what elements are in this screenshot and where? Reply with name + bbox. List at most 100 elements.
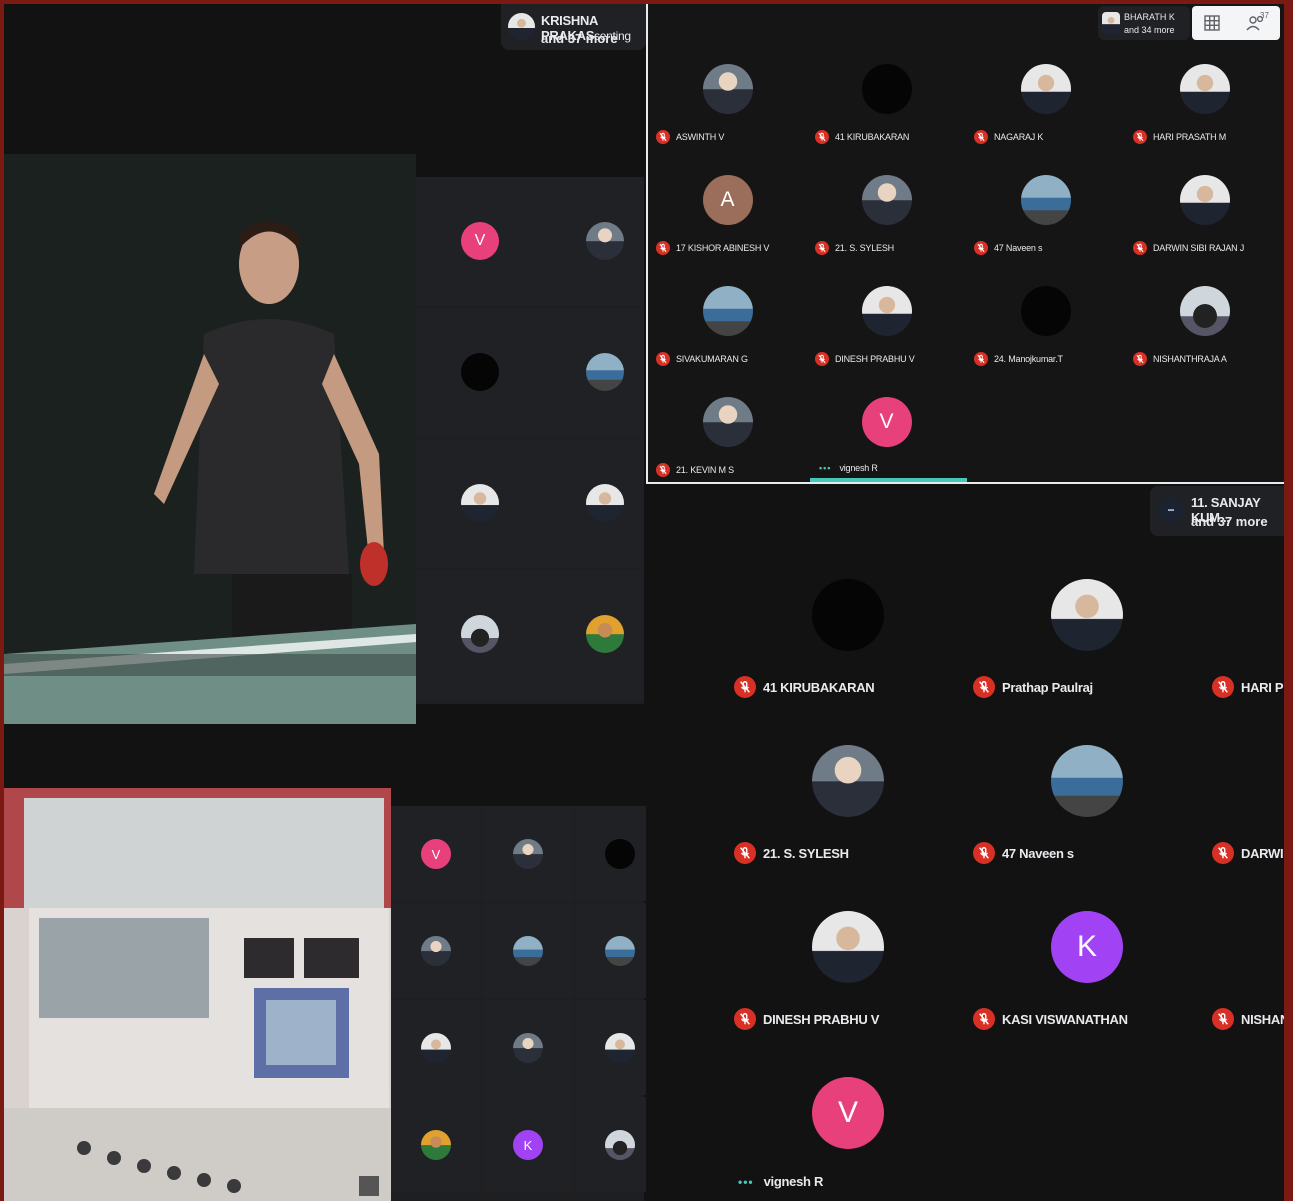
participant-name: DARWIN	[1241, 845, 1284, 861]
avatar[interactable]	[605, 936, 635, 966]
avatar-letter: V	[861, 397, 912, 447]
mic-off-icon	[1133, 241, 1147, 255]
participant-tile[interactable]: 21. KEVIN M S	[648, 397, 807, 477]
presenter-chip-bottom[interactable]: ▬ 11. SANJAY KUM... and 37 more	[1150, 486, 1284, 536]
avatar[interactable]	[513, 839, 543, 869]
participant-name: 24. Manojkumar.T	[994, 354, 1063, 364]
participant-tile[interactable]: 24. Manojkumar.T	[966, 286, 1125, 366]
grid-icon[interactable]	[1204, 15, 1220, 31]
avatar[interactable]	[586, 484, 624, 522]
avatar[interactable]	[586, 353, 624, 391]
avatar	[702, 64, 753, 114]
avatar[interactable]	[461, 615, 499, 653]
avatar	[1020, 175, 1071, 225]
top-right-chip[interactable]: BHARATH K and 34 more	[1098, 6, 1190, 40]
participant-tile[interactable]: Prathap Paulraj	[965, 579, 1204, 739]
avatar[interactable]	[605, 1033, 635, 1063]
avatar[interactable]	[461, 484, 499, 522]
avatar[interactable]	[586, 615, 624, 653]
participant-name: 21. KEVIN M S	[676, 465, 734, 475]
avatar[interactable]	[586, 222, 624, 260]
participant-tile[interactable]: HARI PR	[1204, 579, 1284, 739]
participant-tile[interactable]: NISHAN	[1204, 911, 1284, 1071]
mic-off-icon	[656, 241, 670, 255]
mic-off-icon	[1133, 130, 1147, 144]
participant-tile[interactable]: 47 Naveen s	[965, 745, 1204, 905]
control-panel-video[interactable]	[4, 788, 391, 1201]
mic-off-icon	[973, 676, 995, 698]
participant-tile[interactable]: 47 Naveen s	[966, 175, 1125, 255]
mic-off-icon	[656, 463, 670, 477]
participant-name-row: NISHAN	[1212, 1008, 1284, 1030]
participant-tile[interactable]: 41 KIRUBAKARAN	[726, 579, 965, 739]
avatar	[861, 64, 912, 114]
presenter-more: and 37 more	[1191, 514, 1268, 529]
participant-name: 47 Naveen s	[994, 243, 1043, 253]
mic-off-icon	[734, 676, 756, 698]
avatar[interactable]	[605, 839, 635, 869]
avatar[interactable]	[421, 1033, 451, 1063]
participant-tile[interactable]: ASWINTH V	[648, 64, 807, 144]
participant-name: 41 KIRUBAKARAN	[763, 679, 875, 695]
participant-name: DINESH PRABHU V	[763, 1011, 880, 1027]
avatar-letter[interactable]: V	[421, 839, 451, 869]
participant-tile[interactable]: NAGARAJ K	[966, 64, 1125, 144]
participant-name: 41 KIRUBAKARAN	[835, 132, 910, 142]
participant-tile[interactable]: DINESH PRABHU V	[807, 286, 966, 366]
control-panel-scene	[4, 788, 391, 1201]
participant-name-row: HARI PR	[1212, 676, 1284, 698]
avatar-letter[interactable]: K	[513, 1130, 543, 1160]
participant-name-row: 47 Naveen s	[974, 241, 1043, 255]
avatar[interactable]	[605, 1130, 635, 1160]
participant-grid-top: ASWINTH V 41 KIRUBAKARAN NAGARAJ K HARI PRA…	[646, 4, 1284, 484]
participant-name-row: Prathap Paulraj	[973, 676, 1093, 698]
participant-name: Prathap Paulraj	[1002, 679, 1093, 695]
participant-name-row: 21. S. SYLESH	[734, 842, 849, 864]
participant-name: vignesh R	[763, 1174, 824, 1189]
presenter-chip-top[interactable]: KRISHNA PRAKASsenting and 37 more	[501, 4, 646, 50]
participant-name-row: 21. KEVIN M S	[656, 463, 734, 477]
participant-name: ASWINTH V	[676, 132, 725, 142]
avatar[interactable]	[513, 1033, 543, 1063]
participant-tile[interactable]: SIVAKUMARAN G	[648, 286, 807, 366]
participant-name: 47 Naveen s	[1002, 845, 1074, 861]
mic-off-icon	[815, 241, 829, 255]
participant-name-row: KASI VISWANATHAN	[973, 1008, 1128, 1030]
participant-name-row: 17 KISHOR ABINESH V	[656, 241, 769, 255]
participant-tile[interactable]: 41 KIRUBAKARAN	[807, 64, 966, 144]
participant-tile[interactable]: DARWIN	[1204, 745, 1284, 905]
participant-tile[interactable]: DINESH PRABHU V	[726, 911, 965, 1071]
participant-tile[interactable]: 21. S. SYLESH	[726, 745, 965, 905]
participant-name: 17 KISHOR ABINESH V	[676, 243, 770, 253]
avatar	[1051, 745, 1123, 817]
avatar-letter[interactable]: V	[461, 222, 499, 260]
avatar	[812, 745, 884, 817]
avatar	[1051, 579, 1123, 651]
participant-name: NISHANTHRAJA A	[1153, 354, 1227, 364]
participant-strip-bottom: VK	[391, 806, 665, 1201]
participant-tile[interactable]: V ••• vignesh R	[807, 397, 966, 473]
participant-tile[interactable]: HARI PRASATH M	[1125, 64, 1284, 144]
participant-tile[interactable]: NISHANTHRAJA A	[1125, 286, 1284, 366]
avatar[interactable]	[461, 353, 499, 391]
table-tennis-video[interactable]	[4, 154, 416, 724]
avatar	[702, 397, 753, 447]
participant-tile[interactable]: K KASI VISWANATHAN	[965, 911, 1204, 1071]
avatar[interactable]	[421, 936, 451, 966]
avatar[interactable]	[513, 936, 543, 966]
participant-name-row: DARWIN SIBI RAJAN J	[1133, 241, 1244, 255]
participant-tile[interactable]: A 17 KISHOR ABINESH V	[648, 175, 807, 255]
participant-name: NISHAN	[1241, 1011, 1284, 1027]
participant-name: NAGARAJ K	[994, 132, 1044, 142]
participant-avatar	[1102, 12, 1120, 34]
avatar[interactable]	[421, 1130, 451, 1160]
participant-name-row: DINESH PRABHU V	[815, 352, 915, 366]
participant-name: KASI VISWANATHAN	[1002, 1011, 1128, 1027]
avatar	[1179, 64, 1230, 114]
people-icon[interactable]: 37	[1246, 11, 1270, 32]
participant-tile[interactable]: DARWIN SIBI RAJAN J	[1125, 175, 1284, 255]
participant-tile[interactable]: V ••• vignesh R	[726, 1077, 965, 1201]
participant-name-row: 41 KIRUBAKARAN	[734, 676, 875, 698]
participant-tile[interactable]: 21. S. SYLESH	[807, 175, 966, 255]
chip-more: and 34 more	[1124, 25, 1175, 35]
